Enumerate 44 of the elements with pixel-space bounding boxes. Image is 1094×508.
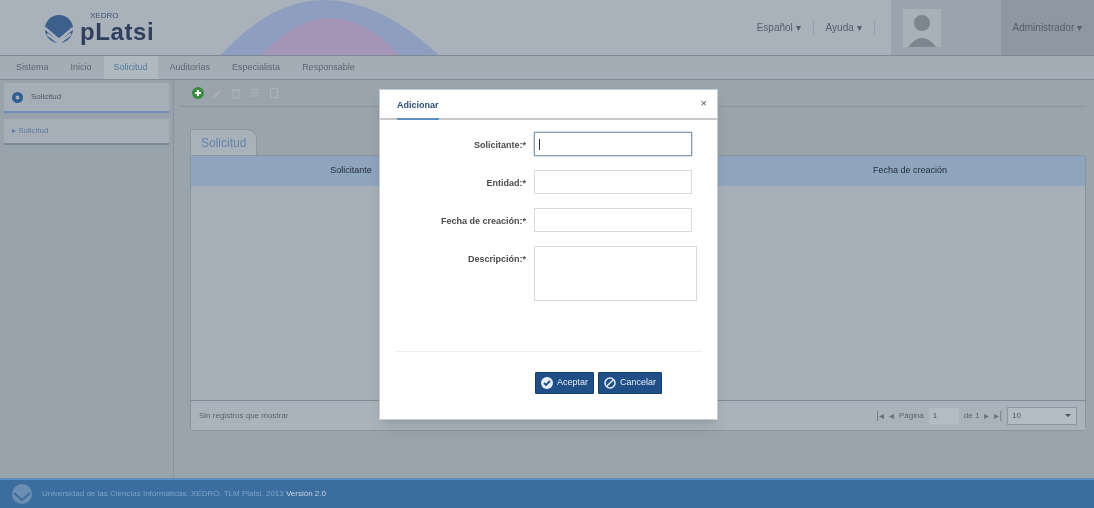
- last-page-button[interactable]: ▸|: [994, 408, 1002, 423]
- column-header: Solicitante: [329, 164, 373, 178]
- page-size-dropdown[interactable]: 10: [1007, 406, 1077, 425]
- next-page-button[interactable]: ▸: [984, 408, 990, 423]
- content-tab[interactable]: Solicitud: [190, 129, 258, 155]
- sidebar-item[interactable]: ▸ Solicitud: [4, 119, 169, 145]
- empty-message: Sin registros que mostrar: [199, 409, 289, 422]
- text-area[interactable]: [534, 246, 697, 301]
- page-number-field[interactable]: 1: [928, 407, 959, 424]
- nav-tab[interactable]: Solicitud: [103, 56, 158, 79]
- circle-icon: [12, 91, 23, 103]
- dialog-title: Adicionar: [397, 98, 439, 120]
- input-field[interactable]: [534, 132, 692, 156]
- cancel-button[interactable]: Cancelar: [598, 372, 663, 394]
- check-icon: [541, 377, 553, 389]
- user-menu[interactable]: Administrador ▾: [1000, 0, 1094, 55]
- nav-tab[interactable]: Auditorías: [159, 56, 221, 79]
- nav-tab[interactable]: Especialista: [222, 56, 291, 79]
- sidebar-title-text: Solicitud: [31, 91, 62, 103]
- logo-subtext: XEDRO: [90, 11, 120, 20]
- globe-logo-icon: [42, 13, 76, 44]
- page-count: de 1: [963, 409, 980, 422]
- field-label: Fecha de creación:*: [439, 215, 526, 228]
- header-menu[interactable]: Ayuda ▾: [813, 20, 875, 35]
- column-header: Fecha de creación: [871, 164, 948, 178]
- globe-icon: [12, 484, 32, 504]
- accept-button[interactable]: Aceptar: [535, 372, 595, 394]
- nav-tab[interactable]: Responsable: [292, 56, 365, 79]
- first-page-button[interactable]: |◂: [876, 408, 884, 423]
- page-label: Página: [898, 409, 924, 422]
- nav-tab[interactable]: Sistema: [6, 56, 59, 79]
- previous-page-button[interactable]: ◂: [888, 408, 894, 423]
- user-avatar-icon: [902, 8, 941, 47]
- header-menu[interactable]: Español ▾: [744, 20, 814, 35]
- field-label: Solicitante:*: [473, 139, 526, 152]
- field-label: Entidad:*: [485, 177, 526, 190]
- caret-icon: [1065, 414, 1071, 417]
- logo-text: pLatsi: [80, 19, 155, 44]
- nav-tab[interactable]: Inicio: [60, 56, 102, 79]
- add-icon[interactable]: [192, 87, 204, 99]
- field-label: Descripción:*: [466, 253, 526, 266]
- text-cursor: [539, 138, 540, 150]
- close-button[interactable]: ×: [700, 98, 707, 109]
- prohibited-icon: [604, 377, 617, 389]
